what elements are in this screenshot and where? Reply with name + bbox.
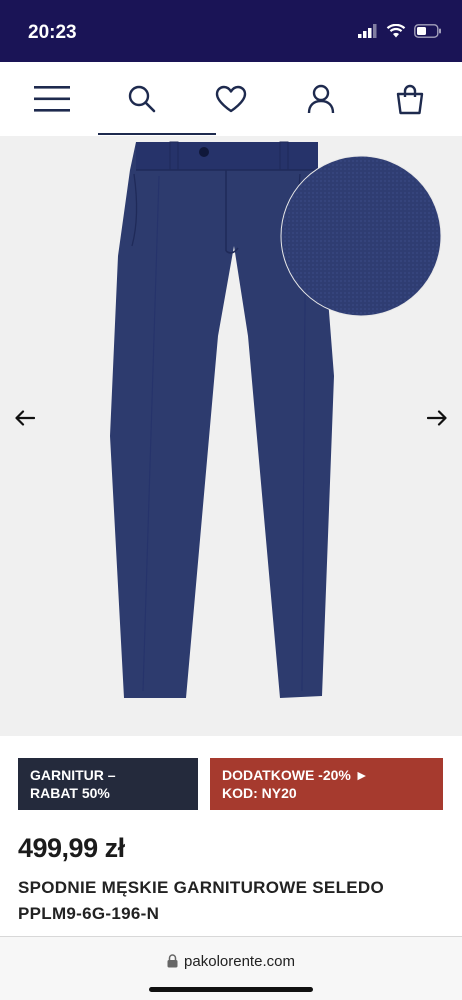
- promo-suit-discount-banner[interactable]: GARNITUR – RABAT 50%: [18, 758, 198, 810]
- lock-icon: [167, 954, 178, 968]
- battery-icon: [414, 24, 441, 38]
- menu-button[interactable]: [30, 77, 74, 121]
- url-display[interactable]: pakolorente.com: [167, 951, 295, 971]
- product-title-line1: SPODNIE MĘSKIE GARNITUROWE SELEDO: [18, 878, 384, 897]
- wifi-icon: [386, 24, 406, 38]
- product-price: 499,99 zł: [18, 833, 125, 863]
- promo-left-line1: GARNITUR –: [30, 767, 116, 783]
- next-image-button[interactable]: [421, 402, 453, 434]
- promo-right-line2: KOD: NY20: [222, 785, 297, 801]
- menu-icon: [34, 86, 70, 112]
- status-bar: 20:23: [0, 0, 462, 62]
- status-time: 20:23: [28, 22, 77, 43]
- previous-image-button[interactable]: [9, 402, 41, 434]
- product-title: SPODNIE MĘSKIE GARNITUROWE SELEDO PPLM9-…: [18, 875, 448, 927]
- search-icon: [128, 85, 155, 113]
- promo-right-line1: DODATKOWE -20% ►: [222, 767, 369, 783]
- arrow-right-icon: [427, 410, 447, 426]
- product-image: [110, 141, 442, 698]
- top-navigation: [0, 62, 462, 136]
- wishlist-button[interactable]: [209, 77, 253, 121]
- promo-left-line2: RABAT 50%: [30, 785, 110, 801]
- url-text: pakolorente.com: [184, 952, 295, 970]
- arrow-left-icon: [15, 410, 35, 426]
- heart-icon: [215, 85, 247, 113]
- search-button[interactable]: [120, 77, 164, 121]
- home-indicator[interactable]: [149, 987, 313, 992]
- nav-scroll-indicator: [98, 133, 216, 135]
- account-button[interactable]: [299, 77, 343, 121]
- promo-code-banner[interactable]: DODATKOWE -20% ► KOD: NY20: [210, 758, 443, 810]
- bag-icon: [396, 84, 424, 115]
- user-icon: [307, 84, 334, 114]
- product-code: PPLM9-6G-196-N: [18, 904, 160, 923]
- signal-icon: [358, 24, 377, 38]
- product-image-gallery[interactable]: [0, 136, 462, 736]
- status-icons: [358, 24, 442, 38]
- cart-button[interactable]: [388, 77, 432, 121]
